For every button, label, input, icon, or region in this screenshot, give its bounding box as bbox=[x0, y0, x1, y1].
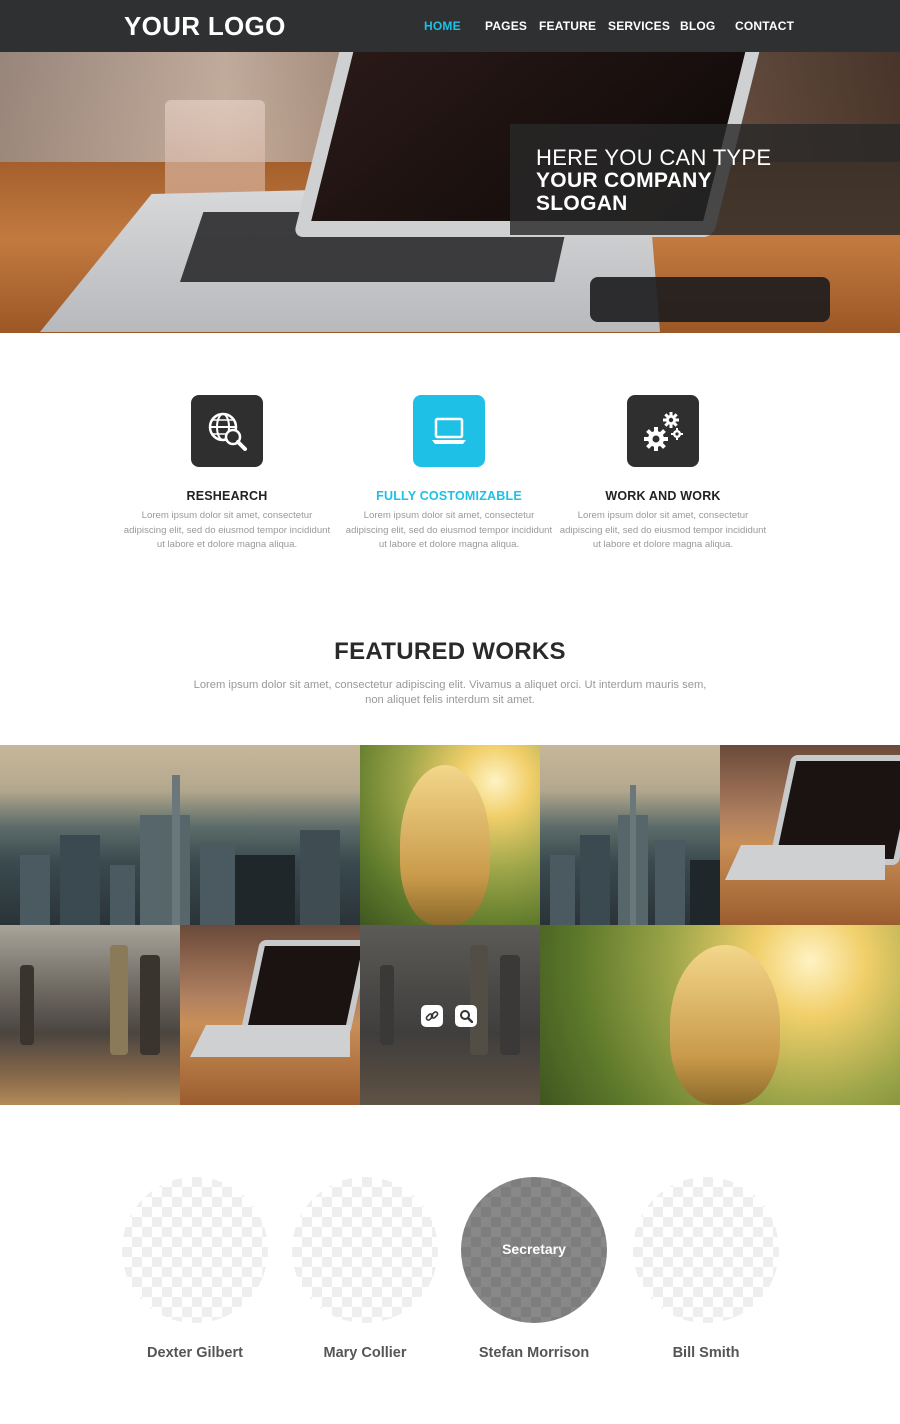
hero-phone-image bbox=[590, 277, 830, 322]
work-item-train[interactable] bbox=[0, 925, 180, 1105]
work-item-laptop[interactable] bbox=[720, 745, 900, 925]
feature-text: Lorem ipsum dolor sit amet, consectetur … bbox=[123, 510, 331, 550]
nav-blog[interactable]: BLOG bbox=[680, 19, 715, 33]
laptop-icon[interactable] bbox=[413, 395, 485, 467]
member-name: Dexter Gilbert bbox=[147, 1345, 243, 1361]
work-item-laptop-2[interactable] bbox=[180, 925, 360, 1105]
member-name: Stefan Morrison bbox=[478, 1345, 590, 1361]
avatar[interactable] bbox=[633, 1177, 779, 1323]
slogan-line-3: SLOGAN bbox=[536, 192, 628, 215]
hero-slider: HERE YOU CAN TYPE YOUR COMPANY SLOGAN bbox=[0, 52, 900, 333]
nav-feature[interactable]: FEATURE bbox=[539, 19, 596, 33]
slogan-box: HERE YOU CAN TYPE YOUR COMPANY SLOGAN bbox=[510, 124, 900, 235]
search-icon[interactable] bbox=[455, 1005, 477, 1027]
avatar[interactable] bbox=[292, 1177, 438, 1323]
feature-title: WORK AND WORK bbox=[605, 489, 721, 503]
member-role: Secretary bbox=[502, 1241, 566, 1257]
feature-work: WORK AND WORK Lorem ipsum dolor sit amet… bbox=[558, 395, 768, 553]
avatar[interactable] bbox=[122, 1177, 268, 1323]
site-header: YOUR LOGO HOME PAGES FEATURE SERVICES BL… bbox=[0, 0, 900, 52]
feature-text: Lorem ipsum dolor sit amet, consectetur … bbox=[559, 510, 767, 550]
featured-works-title: FEATURED WORKS bbox=[334, 638, 566, 665]
team-member-bill: Bill Smith bbox=[633, 1177, 779, 1361]
member-name: Mary Collier bbox=[323, 1345, 407, 1361]
avatar[interactable]: Secretary bbox=[461, 1177, 607, 1323]
team-member-mary: Mary Collier bbox=[292, 1177, 438, 1361]
feature-text: Lorem ipsum dolor sit amet, consectetur … bbox=[345, 510, 553, 550]
work-item-city-large[interactable] bbox=[0, 745, 360, 925]
globe-search-icon[interactable] bbox=[191, 395, 263, 467]
work-item-city[interactable] bbox=[540, 745, 720, 925]
nav-contact[interactable]: CONTACT bbox=[735, 19, 794, 33]
work-item-girl[interactable] bbox=[360, 745, 540, 925]
gears-icon[interactable] bbox=[627, 395, 699, 467]
slogan-line-2: YOUR COMPANY bbox=[536, 169, 712, 192]
work-item-overlay bbox=[360, 925, 540, 1105]
team-member-dexter: Dexter Gilbert bbox=[122, 1177, 268, 1361]
feature-research: RESHEARCH Lorem ipsum dolor sit amet, co… bbox=[122, 395, 332, 553]
feature-title: RESHEARCH bbox=[186, 489, 268, 503]
work-item-girl-large[interactable] bbox=[540, 925, 900, 1105]
member-name: Bill Smith bbox=[672, 1345, 740, 1361]
team-member-stefan: Secretary Stefan Morrison bbox=[461, 1177, 607, 1361]
nav-home[interactable]: HOME bbox=[424, 19, 461, 33]
link-icon[interactable] bbox=[421, 1005, 443, 1027]
site-logo[interactable]: YOUR LOGO bbox=[124, 11, 286, 42]
feature-title: FULLY COSTOMIZABLE bbox=[376, 489, 522, 503]
slogan-line-1: HERE YOU CAN TYPE bbox=[536, 145, 772, 170]
work-item-train-hover[interactable] bbox=[360, 925, 540, 1105]
feature-customizable: FULLY COSTOMIZABLE Lorem ipsum dolor sit… bbox=[344, 395, 554, 553]
nav-services[interactable]: SERVICES bbox=[608, 19, 670, 33]
nav-pages[interactable]: PAGES bbox=[485, 19, 527, 33]
featured-works-description: Lorem ipsum dolor sit amet, consectetur … bbox=[193, 679, 707, 706]
